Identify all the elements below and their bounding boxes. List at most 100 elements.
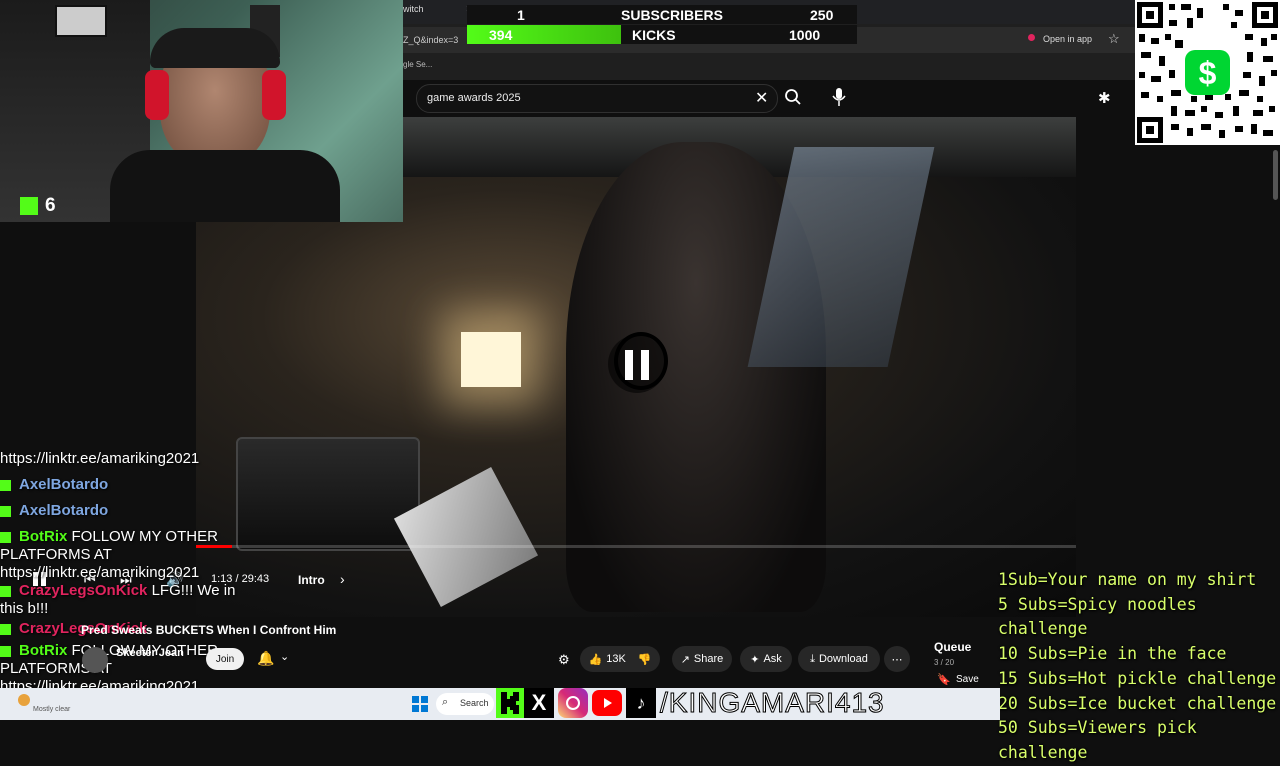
subs-label: SUBSCRIBERS — [621, 7, 723, 23]
headphone-left — [145, 70, 169, 120]
chat-message: AxelBotardo — [0, 476, 260, 494]
svg-text:$: $ — [1199, 55, 1217, 91]
chat-message: CrazyLegsOnKick LFG!!! We in this b!!! — [0, 582, 260, 618]
download-icon: ⤓ — [810, 652, 815, 665]
kicks-current: 394 — [489, 27, 513, 43]
subs-current: 1 — [517, 7, 525, 23]
center-pause-button[interactable] — [608, 335, 666, 393]
download-button[interactable]: ⤓ Download — [798, 646, 880, 672]
channel-avatar[interactable] — [82, 647, 108, 673]
goal-item: 20 Subs=Ice bucket challenge — [998, 693, 1277, 713]
create-icon[interactable]: ✱ — [1098, 89, 1111, 107]
clear-search-icon[interactable]: ✕ — [755, 88, 768, 108]
search-value: game awards 2025 — [427, 92, 521, 104]
chat-username: BotRix — [19, 642, 68, 659]
save-icon[interactable]: 🔖 — [937, 673, 951, 686]
street-light — [461, 332, 521, 387]
kick-badge-icon — [0, 623, 11, 635]
goal-item: 1Sub=Your name on my shirt — [998, 570, 1257, 589]
chat-message: BotRix FOLLOW MY OTHER PLATFORMS AT http… — [0, 528, 260, 582]
kick-badge-icon — [0, 479, 11, 491]
chat-message: https://linktr.ee/amariking2021 — [0, 450, 260, 468]
join-label: Join — [215, 653, 235, 665]
bookmarks-bar: gle Se... — [403, 55, 1135, 77]
share-button[interactable]: ↗ Share — [672, 646, 732, 672]
youtube-icon — [592, 690, 622, 716]
kick-badge-icon — [0, 585, 11, 597]
taskbar-search-label: Search — [460, 698, 489, 708]
open-in-app-button[interactable]: Open in app — [1043, 34, 1092, 44]
sparkle-icon: ✦ — [750, 653, 760, 666]
thumbs-up-icon: 👍 — [588, 653, 603, 666]
microphone-icon[interactable] — [832, 87, 846, 112]
streamer-handle: /KINGAMARI413 — [660, 687, 885, 719]
open-in-app-icon — [1028, 34, 1035, 41]
pause-icon — [625, 350, 633, 380]
ask-label: Ask — [763, 653, 782, 665]
download-label: Download — [818, 653, 868, 665]
bookmark-star-icon[interactable]: ☆ — [1108, 31, 1120, 47]
queue-title[interactable]: Queue — [934, 640, 971, 654]
chapter-label[interactable]: Intro — [298, 573, 325, 587]
car-dashboard-screen — [236, 437, 420, 551]
bookmark-item[interactable]: gle Se... — [403, 60, 432, 69]
search-icon: ⌕ — [442, 696, 449, 708]
like-count: 13K — [606, 653, 626, 665]
channel-name[interactable]: Skeeter Jean — [116, 647, 184, 659]
chat-message: AxelBotardo — [0, 502, 260, 520]
kick-logo-icon — [20, 197, 38, 215]
kicks-row: 394 KICKS 1000 — [467, 25, 857, 44]
goal-item: 15 Subs=Hot pickle challenge — [998, 668, 1277, 688]
kick-badge-icon — [0, 531, 11, 543]
queue-count: 3 / 20 — [934, 658, 955, 667]
tab-label[interactable]: witch — [403, 4, 424, 14]
kicks-target: 1000 — [789, 27, 821, 43]
save-label[interactable]: Save — [956, 674, 979, 685]
weather-icon[interactable] — [18, 694, 30, 706]
wall-picture — [55, 5, 107, 37]
goal-item: 50 Subs=Viewers pick challenge — [998, 718, 1197, 762]
subs-target: 250 — [810, 7, 834, 23]
more-icon: ⋯ — [891, 653, 903, 666]
join-button[interactable]: Join — [206, 648, 244, 670]
thumbs-down-icon: 👎 — [637, 653, 652, 666]
goal-item: 5 Subs=Spicy noodles challenge — [998, 594, 1197, 639]
subscribers-row: 1 SUBSCRIBERS 250 — [467, 5, 857, 24]
chat-username: BotRix — [19, 528, 68, 545]
more-options-button[interactable]: ⋯ — [884, 646, 910, 672]
queue-panel-bg — [1076, 145, 1280, 565]
weather-text: Mostly clear — [33, 706, 71, 713]
instagram-icon — [558, 688, 588, 718]
address-text: Z_Q&index=3 — [403, 35, 459, 45]
goal-item: 10 Subs=Pie in the face — [998, 644, 1227, 664]
cashapp-qr-code: $ — [1135, 0, 1280, 145]
kick-badge-icon — [0, 645, 11, 657]
chat-username: AxelBotardo — [19, 476, 109, 493]
sub-goal-widget: 1 SUBSCRIBERS 250 394 KICKS 1000 — [467, 3, 857, 44]
taskbar-search[interactable]: ⌕ Search — [436, 693, 494, 715]
sub-goals-list: 1Sub=Your name on my shirt 5 Subs=Spicy … — [998, 568, 1280, 766]
page-scrollbar[interactable] — [1273, 150, 1278, 200]
kick-badge-icon — [0, 505, 11, 517]
bell-icon[interactable]: 🔔 — [257, 650, 274, 667]
streamer-hair — [150, 28, 280, 68]
headphone-right — [262, 70, 286, 120]
windows-start-icon[interactable] — [412, 696, 428, 717]
streamer-shirt — [110, 150, 340, 222]
share-icon: ↗ — [680, 653, 690, 666]
tiktok-icon: ♪ — [626, 688, 656, 718]
x-icon: X — [524, 688, 554, 718]
kicks-label: KICKS — [632, 27, 676, 43]
settings-icon[interactable]: ⚙ — [558, 652, 570, 668]
chat-text: https://linktr.ee/amariking2021 — [0, 450, 200, 467]
progress-track[interactable] — [196, 545, 1076, 548]
search-icon[interactable] — [784, 88, 802, 111]
viewer-count: 6 — [45, 195, 56, 216]
youtube-search-input[interactable]: game awards 2025 ✕ — [416, 84, 778, 113]
video-title[interactable]: Pred Sweats BUCKETS When I Confront Him — [81, 623, 336, 637]
chevron-down-icon[interactable]: ⌄ — [280, 650, 289, 663]
chevron-right-icon[interactable]: › — [340, 571, 345, 587]
like-dislike-button[interactable]: 👍 13K 👎 — [580, 646, 660, 672]
ask-button[interactable]: ✦ Ask — [740, 646, 792, 672]
share-label: Share — [693, 653, 724, 665]
